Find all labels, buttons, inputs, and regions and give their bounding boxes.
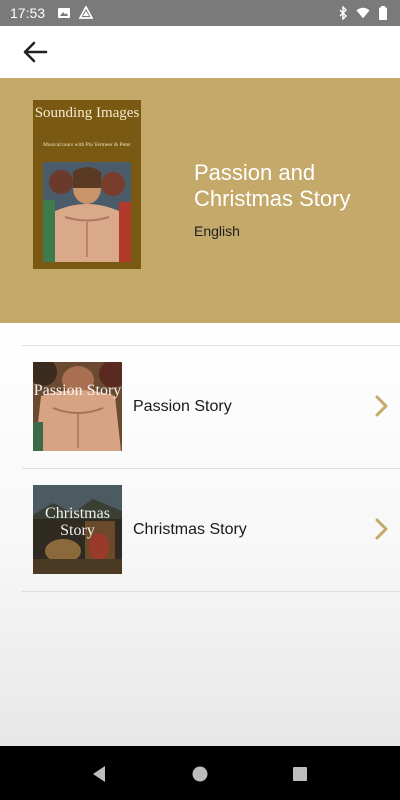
list-item-label: Christmas Story	[133, 521, 247, 538]
chevron-right-icon	[375, 395, 388, 417]
story-list: Passion Story Passion Story Christmas St…	[22, 345, 400, 592]
wifi-icon	[356, 6, 370, 20]
recents-square-icon[interactable]	[291, 765, 309, 783]
cover-subtitle: Musical tours with Pia Vermeer & Peter	[43, 142, 131, 148]
back-button[interactable]	[20, 38, 50, 66]
language-label: English	[194, 223, 240, 239]
passion-thumb-text: Passion Story	[33, 382, 122, 399]
app-bar	[0, 26, 400, 78]
content-area: Passion Story Passion Story Christmas St…	[0, 323, 400, 746]
chevron-right-icon	[375, 518, 388, 540]
passion-thumbnail: Passion Story	[33, 362, 122, 451]
cover-painting	[43, 162, 131, 262]
home-circle-icon[interactable]	[191, 765, 209, 783]
bluetooth-icon	[336, 6, 350, 20]
system-nav-bar	[0, 746, 400, 800]
drive-icon	[79, 6, 94, 20]
battery-icon	[376, 6, 390, 20]
christmas-thumb-text: Christmas Story	[45, 505, 110, 539]
list-item-passion-story[interactable]: Passion Story Passion Story	[22, 346, 400, 469]
status-left-icons	[57, 6, 94, 20]
page-title: Passion and Christmas Story	[194, 160, 351, 211]
arrow-left-icon	[23, 41, 48, 63]
status-time: 17:53	[10, 5, 46, 21]
status-bar: 17:53	[0, 0, 400, 26]
status-right-icons	[336, 6, 390, 20]
hero-header: Sounding Images Musical tours with Pia V…	[0, 78, 400, 323]
image-icon	[57, 6, 71, 20]
passion-thumbnail-image	[33, 362, 122, 451]
back-triangle-icon[interactable]	[90, 765, 108, 783]
list-item-label: Passion Story	[133, 398, 232, 415]
christmas-thumbnail: Christmas Story	[33, 485, 122, 574]
list-item-christmas-story[interactable]: Christmas Story Christmas Story	[22, 469, 400, 592]
album-cover: Sounding Images Musical tours with Pia V…	[33, 100, 141, 269]
cover-title: Sounding Images	[34, 105, 140, 121]
